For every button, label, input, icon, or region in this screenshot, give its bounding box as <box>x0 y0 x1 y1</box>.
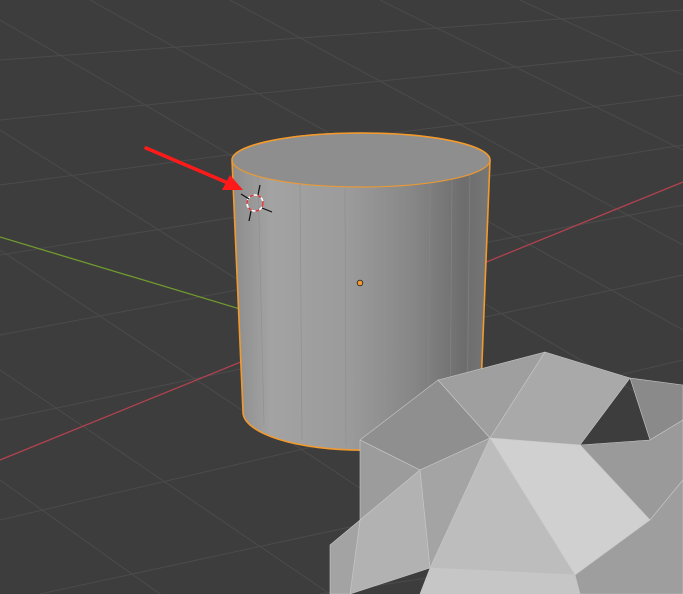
object-origin-icon <box>356 279 364 287</box>
3d-viewport[interactable] <box>0 0 683 594</box>
viewport-canvas[interactable] <box>0 0 683 594</box>
